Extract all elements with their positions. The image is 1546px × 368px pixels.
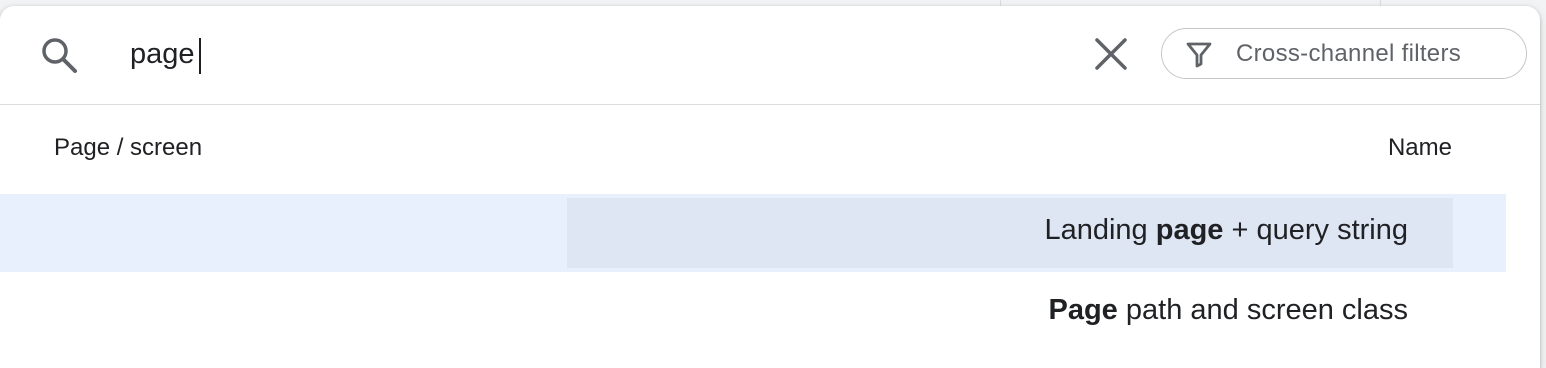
- text-caret: [199, 38, 201, 74]
- column-header-name: Name: [1387, 134, 1452, 161]
- column-header-page-screen: Page / screen: [54, 134, 203, 161]
- result-label: Page path and screen class: [1048, 294, 1409, 326]
- result-row[interactable]: Page path and screen class: [0, 274, 1506, 352]
- close-icon: [1093, 36, 1129, 77]
- filter-button-label: Cross-channel filters: [1236, 39, 1462, 67]
- clear-search-button[interactable]: [1088, 33, 1134, 79]
- search-bar: Cross-channel filters: [0, 6, 1540, 105]
- filter-icon: [1184, 39, 1214, 69]
- cross-channel-filters-button[interactable]: Cross-channel filters: [1161, 28, 1527, 79]
- search-icon: [38, 34, 80, 76]
- result-row[interactable]: Landing page + query string: [0, 194, 1506, 272]
- result-label: Landing page + query string: [1044, 214, 1408, 246]
- search-input[interactable]: [130, 32, 1030, 76]
- search-dropdown-panel: Cross-channel filters Page / screen Name…: [0, 6, 1540, 368]
